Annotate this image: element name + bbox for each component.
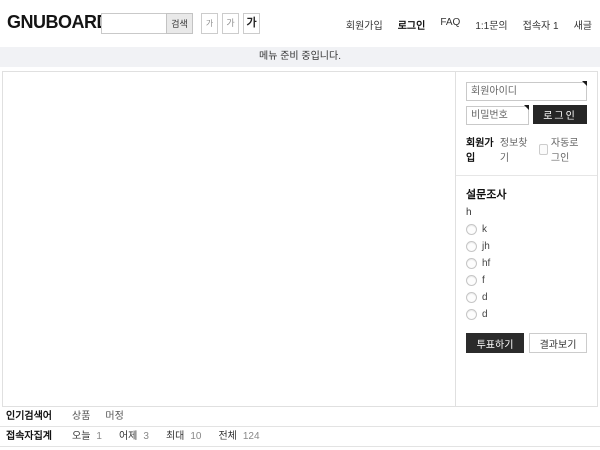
poll-option: d: [466, 292, 587, 303]
required-marker-icon: [524, 105, 529, 110]
header-search: 검색: [101, 13, 193, 34]
poll-radio[interactable]: [466, 309, 477, 320]
notice-bar: 메뉴 준비 중입니다.: [0, 47, 600, 67]
poll-radio[interactable]: [466, 275, 477, 286]
nav-login[interactable]: 로그인: [398, 17, 426, 32]
poll-option: k: [466, 224, 587, 235]
poll-title: 설문조사: [466, 186, 587, 202]
sidebar: 로그인 회원가입 정보찾기 자동로그인 설문조사 h k jh: [455, 72, 597, 406]
popular-keyword[interactable]: 상품: [72, 407, 90, 426]
find-info-link[interactable]: 정보찾기: [500, 134, 529, 164]
member-id-input[interactable]: [466, 82, 587, 101]
poll-radio[interactable]: [466, 258, 477, 269]
visitor-stats-label: 접속자집계: [6, 427, 72, 446]
auto-login-label: 자동로그인: [551, 134, 587, 164]
search-input[interactable]: [101, 13, 167, 34]
poll-option-label[interactable]: k: [482, 224, 487, 235]
poll-option: d: [466, 309, 587, 320]
font-size-controls: 가 가 가: [201, 13, 260, 34]
stat-today: 오늘1: [72, 427, 102, 446]
poll-option: hf: [466, 258, 587, 269]
vote-button[interactable]: 투표하기: [466, 333, 524, 353]
poll-option-label[interactable]: hf: [482, 258, 490, 269]
poll-radio[interactable]: [466, 224, 477, 235]
nav-signup[interactable]: 회원가입: [346, 17, 383, 32]
poll-option-label[interactable]: d: [482, 292, 488, 303]
stat-total: 전체124: [218, 427, 259, 446]
top-nav: 회원가입 로그인 FAQ 1:1문의 접속자 1 새글: [346, 17, 592, 32]
nav-inquiry[interactable]: 1:1문의: [475, 17, 507, 32]
font-size-medium-button[interactable]: 가: [222, 13, 239, 34]
password-input[interactable]: [466, 106, 529, 125]
nav-visitors[interactable]: 접속자 1: [523, 17, 559, 32]
signup-link[interactable]: 회원가입: [466, 134, 495, 164]
popular-keyword[interactable]: 머정: [105, 407, 123, 426]
popular-keywords-label: 인기검색어: [6, 407, 72, 426]
nav-faq[interactable]: FAQ: [440, 17, 460, 32]
visitor-stats-row: 접속자집계 오늘1 어제3 최대10 전체124: [0, 427, 600, 447]
poll-result-button[interactable]: 결과보기: [529, 333, 587, 353]
font-size-small-button[interactable]: 가: [201, 13, 218, 34]
stat-yesterday: 어제3: [119, 427, 149, 446]
poll-option: f: [466, 275, 587, 286]
font-size-large-button[interactable]: 가: [243, 13, 260, 34]
poll-radio[interactable]: [466, 292, 477, 303]
nav-new-posts[interactable]: 새글: [574, 17, 592, 32]
required-marker-icon: [582, 81, 587, 86]
search-button[interactable]: 검색: [166, 13, 193, 34]
auto-login-checkbox[interactable]: [539, 144, 548, 155]
header: GNUBOARD5 검색 가 가 가 회원가입 로그인 FAQ 1:1문의 접속…: [0, 0, 600, 47]
main-box: 로그인 회원가입 정보찾기 자동로그인 설문조사 h k jh: [2, 71, 598, 407]
login-button[interactable]: 로그인: [533, 105, 587, 124]
poll-subject: h: [466, 207, 587, 218]
login-form: 로그인 회원가입 정보찾기 자동로그인: [466, 81, 587, 164]
poll-option-label[interactable]: f: [482, 275, 485, 286]
poll-option-label[interactable]: jh: [482, 241, 490, 252]
poll-radio[interactable]: [466, 241, 477, 252]
poll-widget: 설문조사 h k jh hf f d: [466, 176, 587, 353]
stat-max: 최대10: [166, 427, 202, 446]
popular-keywords-row: 인기검색어 상품 머정: [0, 407, 600, 427]
main-content-area: [3, 72, 455, 406]
poll-option-label[interactable]: d: [482, 309, 488, 320]
poll-option: jh: [466, 241, 587, 252]
